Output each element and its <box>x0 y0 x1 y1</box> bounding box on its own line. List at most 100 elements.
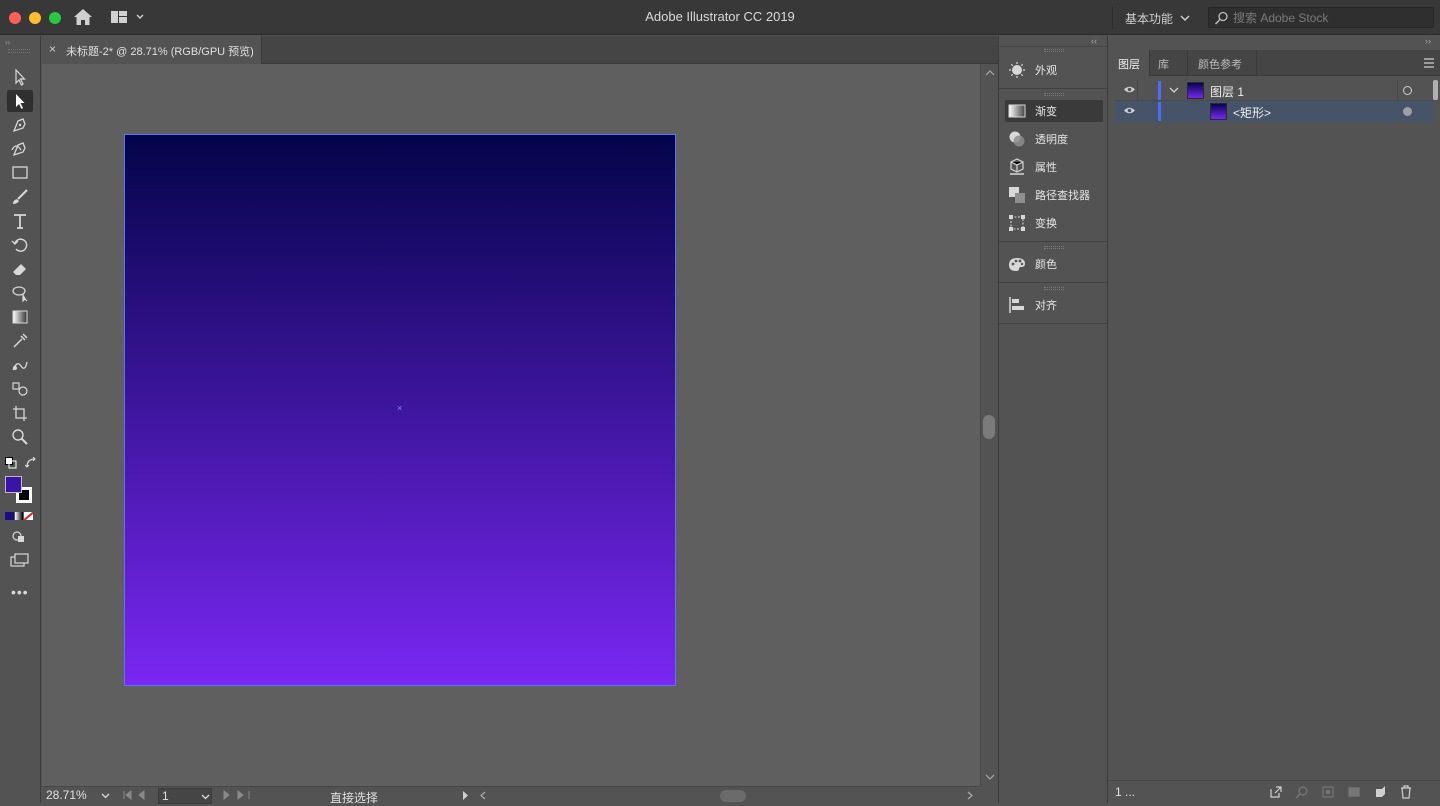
document-tab[interactable]: × 未标题-2* @ 28.71% (RGB/GPU 预览) <box>42 36 262 64</box>
panel-color[interactable]: 颜色 <box>1005 253 1103 275</box>
artboard-number-field[interactable]: 1 <box>158 788 212 804</box>
zoom-level-field[interactable]: 28.71% <box>46 788 110 804</box>
collapse-panel-icon[interactable]: ›› <box>1425 36 1431 46</box>
scroll-left-icon[interactable] <box>479 791 486 800</box>
color-icon <box>1007 255 1027 273</box>
panel-transform[interactable]: 变换 <box>1005 212 1103 234</box>
panel-pathfinder[interactable]: 路径查找器 <box>1005 184 1103 206</box>
title-bar: Adobe Illustrator CC 2019 基本功能 <box>0 0 1440 35</box>
type-tool-icon[interactable] <box>7 210 33 232</box>
tab-label: 图层 <box>1118 59 1140 71</box>
symbol-sprayer-tool-icon[interactable] <box>7 378 33 400</box>
locate-object-icon[interactable] <box>1295 785 1309 799</box>
close-window-button[interactable] <box>9 12 21 24</box>
appearance-icon <box>1007 61 1027 79</box>
stock-search-field[interactable] <box>1208 7 1434 28</box>
panel-properties[interactable]: 属性 <box>1005 156 1103 178</box>
curvature-tool-icon[interactable] <box>7 138 33 160</box>
zoom-tool-icon[interactable] <box>7 426 33 448</box>
swap-fill-stroke-icon[interactable] <box>24 456 37 474</box>
first-prev-artboard-icon[interactable] <box>122 790 152 800</box>
scroll-down-icon[interactable] <box>985 774 995 780</box>
minimize-window-button[interactable] <box>29 12 41 24</box>
panel-gradient[interactable]: 渐变 <box>1005 100 1103 122</box>
none-button[interactable] <box>24 512 34 520</box>
document-tab-title: 未标题-2* @ 28.71% (RGB/GPU 预览) <box>66 46 254 58</box>
eye-visibility-icon[interactable] <box>1123 85 1136 94</box>
panel-group-grip[interactable] <box>999 46 1107 54</box>
default-fill-stroke-icon[interactable] <box>5 456 17 474</box>
delete-layer-icon[interactable] <box>1399 785 1413 799</box>
layer-row[interactable]: 图层 1 <box>1115 80 1433 101</box>
scroll-right-icon[interactable] <box>967 791 974 800</box>
object-thumbnail <box>1210 103 1227 120</box>
shape-builder-tool-icon[interactable] <box>7 282 33 304</box>
arrange-documents-icon[interactable] <box>110 10 144 29</box>
artboard-rectangle[interactable]: × <box>124 134 676 686</box>
next-last-artboard-icon[interactable] <box>222 790 252 800</box>
panel-transparency[interactable]: 透明度 <box>1005 128 1103 150</box>
status-menu-arrow-icon[interactable] <box>462 791 469 800</box>
direct-selection-tool-icon[interactable] <box>7 90 33 112</box>
draw-mode-icon[interactable] <box>12 530 26 548</box>
fill-stroke-swatches[interactable] <box>5 476 33 504</box>
edit-toolbar-icon[interactable]: ••• <box>11 584 29 600</box>
chevron-down-icon <box>1180 15 1190 21</box>
gradient-button[interactable] <box>14 512 24 520</box>
object-name[interactable]: <矩形> <box>1233 104 1271 121</box>
color-button[interactable] <box>5 512 14 520</box>
tab-layers[interactable]: 图层 <box>1109 50 1149 76</box>
layer-target-icon[interactable] <box>1403 86 1412 95</box>
canvas-area[interactable]: × <box>42 64 980 786</box>
pen-tool-icon[interactable] <box>7 114 33 136</box>
vertical-scrollbar[interactable] <box>980 64 998 786</box>
collect-for-export-icon[interactable] <box>1269 785 1283 799</box>
object-row[interactable]: <矩形> <box>1115 101 1433 122</box>
create-sublayer-icon[interactable] <box>1347 785 1361 799</box>
artboard-tool-icon[interactable] <box>7 402 33 424</box>
document-tab-bar: × 未标题-2* @ 28.71% (RGB/GPU 预览) <box>42 36 998 64</box>
panel-group-grip <box>999 285 1107 293</box>
tab-color-guide[interactable]: 颜色参考 <box>1187 50 1257 76</box>
stock-search-input[interactable] <box>1233 10 1428 26</box>
eraser-tool-icon[interactable] <box>7 258 33 280</box>
make-clipping-mask-icon[interactable] <box>1321 785 1335 799</box>
eyedropper-tool-icon[interactable] <box>7 330 33 352</box>
tab-label: 颜色参考 <box>1198 59 1242 71</box>
paintbrush-tool-icon[interactable] <box>7 186 33 208</box>
fill-swatch[interactable] <box>5 476 22 493</box>
collapse-toolbar-icon[interactable]: ›› <box>5 38 10 47</box>
create-new-layer-icon[interactable] <box>1373 785 1387 799</box>
horizontal-scroll-thumb[interactable] <box>720 790 746 802</box>
layers-scrollbar-thumb[interactable] <box>1433 80 1438 100</box>
object-target-icon[interactable] <box>1403 107 1412 116</box>
panel-align[interactable]: 对齐 <box>1005 294 1103 316</box>
close-tab-icon[interactable]: × <box>49 42 56 56</box>
pathfinder-icon <box>1007 186 1027 204</box>
lock-column[interactable] <box>1137 80 1138 101</box>
workspace-switcher[interactable]: 基本功能 <box>1112 7 1194 29</box>
expand-panels-icon[interactable]: ‹‹ <box>1091 36 1097 46</box>
current-tool-status[interactable]: 直接选择 <box>330 789 378 806</box>
zoom-window-button[interactable] <box>49 12 61 24</box>
layers-panel-tabs: 图层 库 颜色参考 <box>1109 50 1440 76</box>
home-icon[interactable] <box>73 8 93 31</box>
vertical-scroll-thumb[interactable] <box>983 415 995 439</box>
layer-name[interactable]: 图层 1 <box>1210 83 1244 100</box>
toolbar-grip[interactable] <box>8 49 30 53</box>
panel-appearance[interactable]: 外观 <box>1005 59 1103 81</box>
gradient-tool-icon[interactable] <box>7 306 33 328</box>
scroll-up-icon[interactable] <box>985 70 995 76</box>
selection-tool-icon[interactable] <box>7 66 33 88</box>
rectangle-tool-icon[interactable] <box>7 162 33 184</box>
chevron-down-icon[interactable] <box>1169 87 1179 94</box>
blend-tool-icon[interactable] <box>7 354 33 376</box>
tab-libraries[interactable]: 库 <box>1149 50 1187 76</box>
rotate-tool-icon[interactable] <box>7 234 33 256</box>
panel-menu-icon[interactable] <box>1423 58 1435 68</box>
screen-mode-icon[interactable] <box>10 553 30 572</box>
color-mode-buttons[interactable] <box>5 512 34 520</box>
workspace-label: 基本功能 <box>1125 12 1174 26</box>
eye-visibility-icon[interactable] <box>1123 106 1136 115</box>
chevron-down-icon <box>201 794 210 800</box>
